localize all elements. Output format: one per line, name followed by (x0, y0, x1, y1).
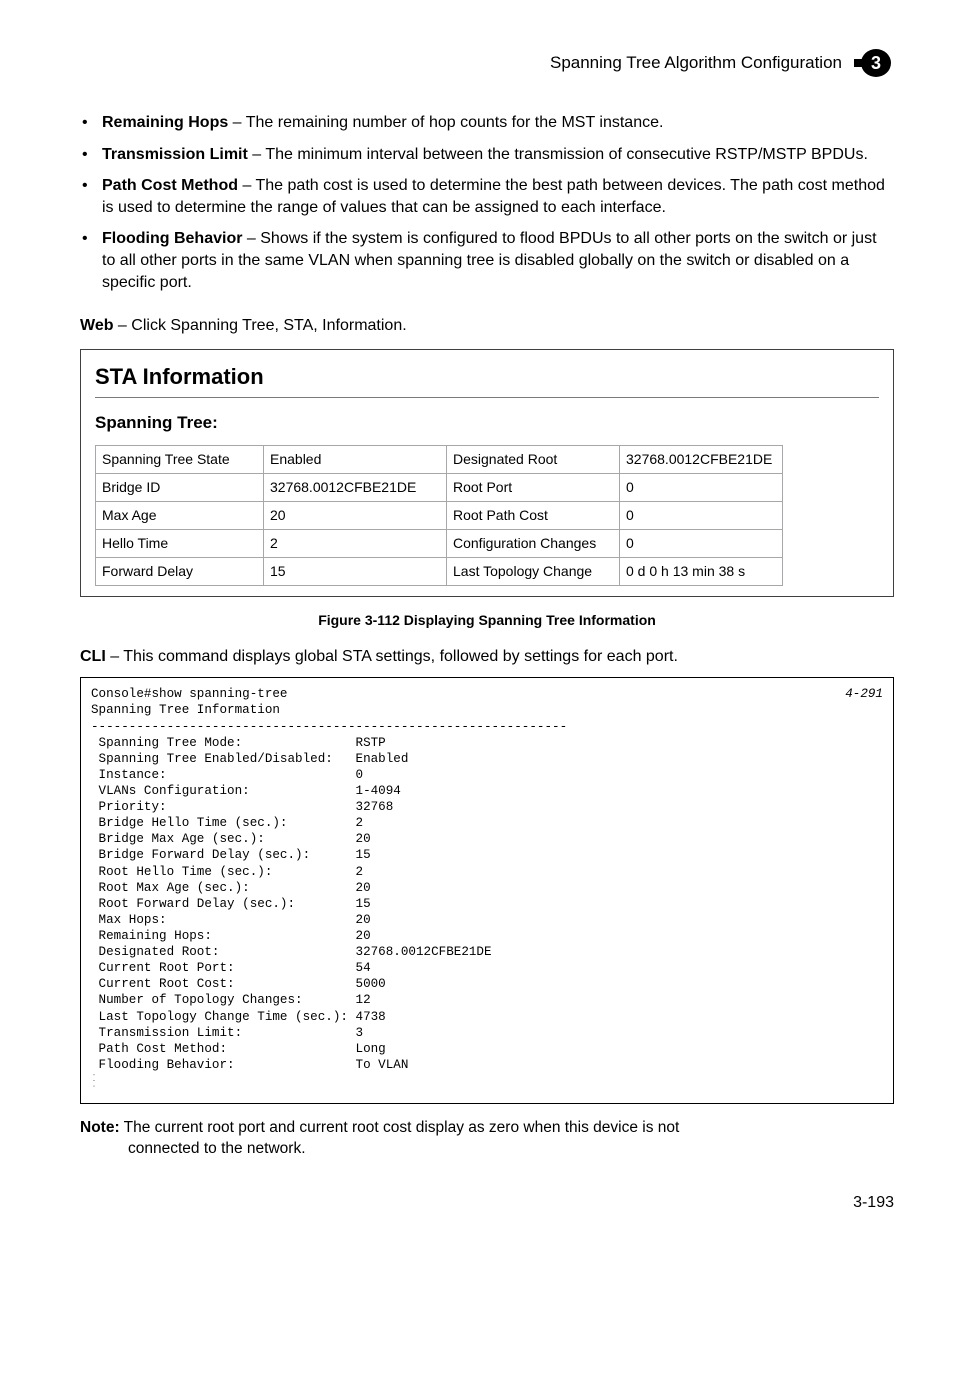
table-cell: Last Topology Change (447, 557, 620, 585)
web-text: – Click Spanning Tree, STA, Information. (113, 317, 406, 334)
figure-caption: Figure 3-112 Displaying Spanning Tree In… (80, 611, 894, 630)
table-row: Spanning Tree State Enabled Designated R… (96, 446, 783, 474)
console-command: Console#show spanning-tree (91, 687, 288, 701)
sta-info-table: Spanning Tree State Enabled Designated R… (95, 445, 783, 585)
divider (95, 397, 879, 398)
svg-text:3: 3 (871, 53, 881, 73)
table-cell: 0 (620, 530, 783, 558)
sta-information-panel: STA Information Spanning Tree: Spanning … (80, 349, 894, 597)
table-cell: Root Path Cost (447, 502, 620, 530)
table-cell: Max Age (96, 502, 264, 530)
table-cell: 0 (620, 502, 783, 530)
table-cell: 2 (264, 530, 447, 558)
table-cell: Designated Root (447, 446, 620, 474)
console-body: Spanning Tree Mode: RSTP Spanning Tree E… (91, 735, 883, 1073)
table-cell: Enabled (264, 446, 447, 474)
table-cell: 15 (264, 557, 447, 585)
console-output: 4-291 Console#show spanning-tree Spanning… (80, 677, 894, 1104)
note-block: Note: The current root port and current … (80, 1118, 894, 1160)
cli-label: CLI (80, 648, 106, 665)
note-label: Note: (80, 1119, 120, 1136)
table-row: Hello Time 2 Configuration Changes 0 (96, 530, 783, 558)
table-cell: Forward Delay (96, 557, 264, 585)
table-row: Max Age 20 Root Path Cost 0 (96, 502, 783, 530)
list-item: Remaining Hops – The remaining number of… (80, 112, 894, 134)
list-item: Transmission Limit – The minimum interva… (80, 144, 894, 166)
table-cell: Configuration Changes (447, 530, 620, 558)
note-text-line1b: The current root port and current root c… (124, 1119, 680, 1136)
table-cell: Root Port (447, 474, 620, 502)
cli-instruction: CLI – This command displays global STA s… (80, 646, 894, 668)
table-cell: 32768.0012CFBE21DE (620, 446, 783, 474)
feature-bullet-list: Remaining Hops – The remaining number of… (80, 112, 894, 293)
page-number: 3-193 (80, 1192, 894, 1214)
table-cell: 32768.0012CFBE21DE (264, 474, 447, 502)
bullet-desc: – The minimum interval between the trans… (248, 146, 868, 163)
table-row: Forward Delay 15 Last Topology Change 0 … (96, 557, 783, 585)
running-header: Spanning Tree Algorithm Configuration 3 (80, 48, 894, 78)
cli-text: – This command displays global STA setti… (106, 648, 678, 665)
vertical-ellipsis-icon: ... (91, 1073, 99, 1090)
table-row: Bridge ID 32768.0012CFBE21DE Root Port 0 (96, 474, 783, 502)
list-item: Flooding Behavior – Shows if the system … (80, 228, 894, 293)
table-cell: Bridge ID (96, 474, 264, 502)
console-separator: ----------------------------------------… (91, 720, 567, 734)
bullet-term: Transmission Limit (102, 146, 248, 163)
bullet-desc: – The remaining number of hop counts for… (228, 114, 663, 131)
bullet-term: Path Cost Method (102, 177, 238, 194)
cross-reference: 4-291 (845, 686, 883, 702)
console-section-title: Spanning Tree Information (91, 703, 280, 717)
bullet-term: Remaining Hops (102, 114, 228, 131)
bullet-term: Flooding Behavior (102, 230, 242, 247)
sta-subtitle: Spanning Tree: (95, 412, 879, 435)
chapter-badge-icon: 3 (854, 48, 894, 78)
list-item: Path Cost Method – The path cost is used… (80, 175, 894, 218)
table-cell: 0 d 0 h 13 min 38 s (620, 557, 783, 585)
note-text-line2: connected to the network. (80, 1139, 894, 1160)
running-title: Spanning Tree Algorithm Configuration (550, 52, 842, 75)
table-cell: Spanning Tree State (96, 446, 264, 474)
table-cell: 20 (264, 502, 447, 530)
table-cell: Hello Time (96, 530, 264, 558)
table-cell: 0 (620, 474, 783, 502)
sta-title: STA Information (95, 362, 879, 392)
web-instruction: Web – Click Spanning Tree, STA, Informat… (80, 315, 894, 337)
web-label: Web (80, 317, 113, 334)
